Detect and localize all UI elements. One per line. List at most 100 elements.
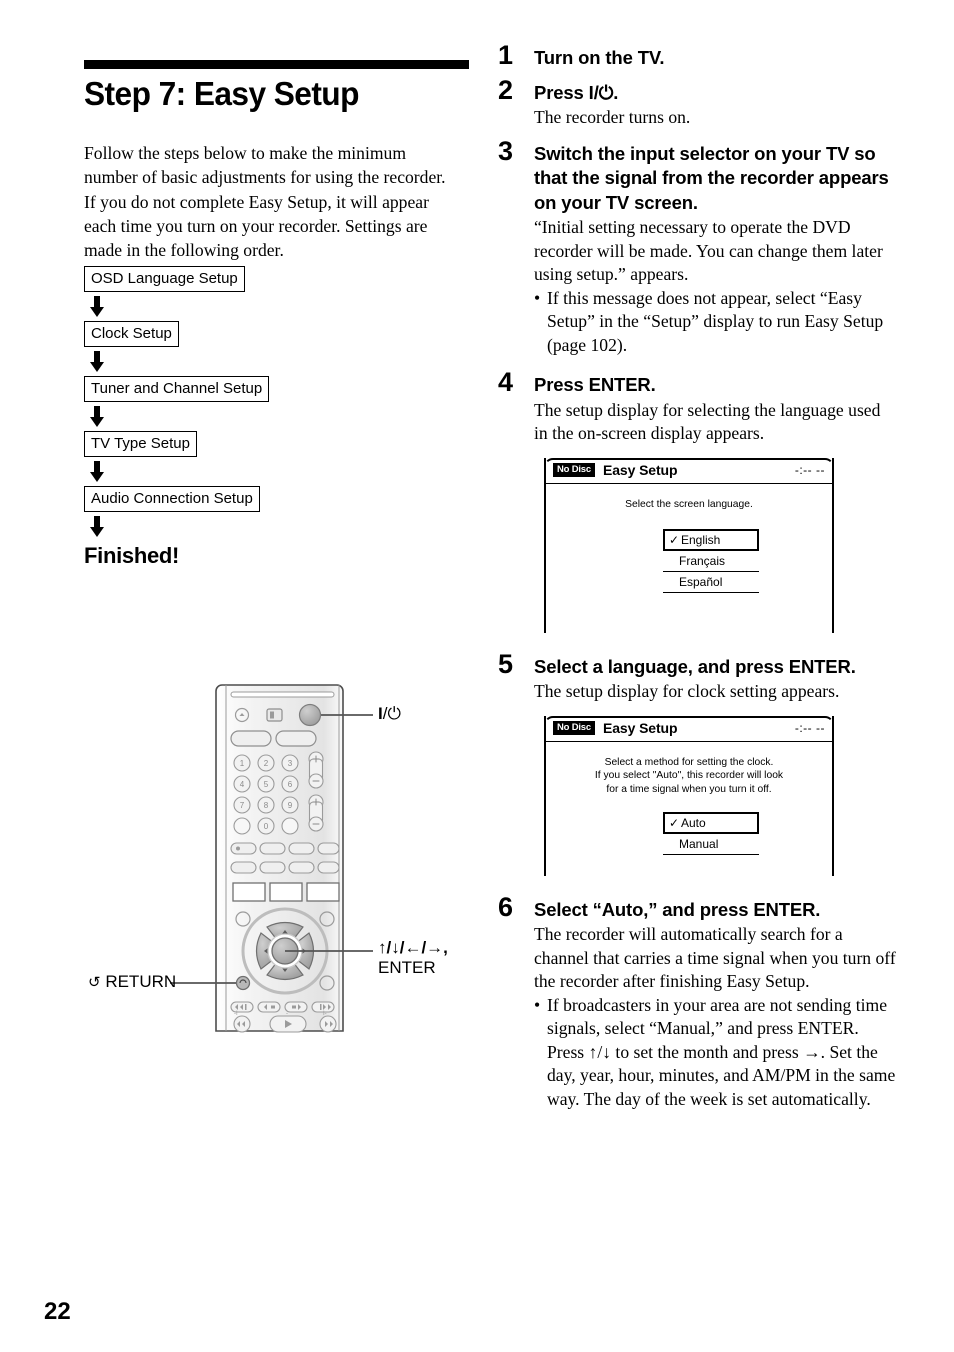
step-bullet: If this message does not appear, select … bbox=[534, 287, 898, 358]
left-column: Step 7: Easy Setup Follow the steps belo… bbox=[84, 0, 474, 1352]
svg-text:-: - bbox=[286, 1011, 288, 1017]
svg-text:9: 9 bbox=[288, 801, 293, 810]
intro-paragraph: Follow the steps below to make the minim… bbox=[84, 143, 446, 261]
osd-option-label: Auto bbox=[681, 816, 706, 830]
flow-row: TV Type Setup bbox=[84, 431, 414, 457]
flow-row: OSD Language Setup bbox=[84, 266, 414, 292]
svg-text:2: 2 bbox=[264, 759, 269, 768]
osd-option-label: Français bbox=[679, 554, 726, 568]
osd-option-english[interactable]: ✓ English bbox=[663, 529, 759, 551]
step-3: 3 Switch the input selector on your TV s… bbox=[498, 137, 898, 358]
osd-header: No Disc Easy Setup -:-- -- bbox=[546, 458, 832, 484]
checkmark-icon: ✓ bbox=[669, 533, 680, 547]
svg-text:-I: -I bbox=[234, 1011, 238, 1017]
down-arrow-icon bbox=[90, 461, 106, 482]
step-2: 2 Press I/⏻. The recorder turns on. bbox=[498, 76, 898, 130]
osd-option-auto[interactable]: ✓ Auto bbox=[663, 812, 759, 834]
osd-clock: -:-- -- bbox=[794, 721, 825, 735]
flow-row: Clock Setup bbox=[84, 321, 414, 347]
step-heading: Select a language, and press ENTER. bbox=[534, 655, 856, 677]
down-arrow-icon bbox=[90, 296, 106, 317]
title-rule bbox=[84, 60, 469, 69]
flow-row: Tuner and Channel Setup bbox=[84, 376, 414, 402]
page-number: 22 bbox=[44, 1298, 71, 1325]
osd-option-francais[interactable]: Français bbox=[663, 551, 759, 572]
page-title: Step 7: Easy Setup bbox=[84, 75, 359, 112]
osd-option-label: Manual bbox=[679, 837, 719, 851]
osd-option-label: Español bbox=[679, 575, 723, 589]
down-arrow-icon bbox=[90, 406, 106, 427]
osd-option-espanol[interactable]: Español bbox=[663, 572, 759, 593]
svg-text:7: 7 bbox=[240, 801, 245, 810]
osd-clock: -:-- -- bbox=[794, 463, 825, 477]
osd-screen-clock: No Disc Easy Setup -:-- -- Select a meth… bbox=[543, 715, 835, 876]
flow-row: Audio Connection Setup bbox=[84, 486, 414, 512]
step-number: 3 bbox=[498, 135, 514, 166]
callout-return-label: ↺ RETURN bbox=[88, 972, 177, 991]
step-body: “Initial setting necessary to operate th… bbox=[534, 217, 883, 284]
power-button bbox=[298, 703, 322, 727]
osd-option-list: ✓ English Français Español bbox=[639, 529, 759, 593]
step-heading: Select “Auto,” and press ENTER. bbox=[534, 898, 821, 920]
step-body: The setup display for clock setting appe… bbox=[534, 681, 840, 701]
step-number: 6 bbox=[498, 891, 514, 922]
callout-power-label: I/⏻ bbox=[378, 704, 401, 723]
finished-label: Finished! bbox=[84, 543, 180, 568]
rect-button-row bbox=[232, 882, 340, 902]
step-1: 1 Turn on the TV. bbox=[498, 42, 898, 71]
down-arrow-icon bbox=[90, 351, 106, 372]
callout-nav-label: ↑/↓/←/→, bbox=[378, 938, 448, 957]
no-disc-badge: No Disc bbox=[553, 720, 595, 736]
oval-button bbox=[230, 730, 272, 747]
disc-button bbox=[266, 708, 283, 722]
step-body: The recorder will automatically search f… bbox=[534, 924, 896, 991]
step-heading: Press ENTER. bbox=[534, 374, 656, 395]
step-number: 5 bbox=[498, 648, 514, 679]
step-body: The setup display for selecting the lang… bbox=[534, 399, 881, 444]
flow-box-clock: Clock Setup bbox=[84, 321, 179, 347]
flow-box-tuner-channel: Tuner and Channel Setup bbox=[84, 376, 270, 402]
step-heading: Press I/⏻. bbox=[534, 81, 619, 103]
osd-body: Select the screen language. ✓ English Fra… bbox=[546, 484, 832, 593]
svg-text:6: 6 bbox=[288, 780, 293, 789]
osd-body: Select a method for setting the clock. I… bbox=[546, 742, 832, 855]
step-heading: Switch the input selector on your TV so … bbox=[534, 142, 889, 213]
step-number: 1 bbox=[498, 40, 514, 70]
return-button bbox=[235, 975, 251, 991]
checkmark-icon: ✓ bbox=[669, 816, 680, 830]
step-number: 2 bbox=[498, 74, 514, 105]
step-number: 4 bbox=[498, 367, 514, 397]
step-heading: Turn on the TV. bbox=[534, 47, 665, 68]
osd-option-label: English bbox=[681, 533, 721, 547]
osd-title: Easy Setup bbox=[602, 720, 678, 736]
osd-message: Select a method for setting the clock. I… bbox=[594, 756, 784, 795]
remote-control-illustration: 1 2 3 4 5 6 7 8 9 0 -I I- - I/⏻ ↑/↓/←/→,… bbox=[88, 680, 460, 1040]
flow-box-tv-type: TV Type Setup bbox=[84, 431, 197, 457]
down-arrow-icon bbox=[90, 516, 106, 537]
svg-text:8: 8 bbox=[264, 801, 269, 810]
osd-header: No Disc Easy Setup -:-- -- bbox=[546, 716, 832, 742]
manual-page: Step 7: Easy Setup Follow the steps belo… bbox=[0, 0, 954, 1352]
right-column: 1 Turn on the TV. 2 Press I/⏻. The recor… bbox=[498, 42, 898, 1112]
step-4: 4 Press ENTER. The setup display for sel… bbox=[498, 369, 898, 633]
setup-flowchart: OSD Language Setup Clock Setup Tuner and… bbox=[84, 266, 414, 569]
osd-option-manual[interactable]: Manual bbox=[663, 834, 759, 855]
step-bullet: If broadcasters in your area are not sen… bbox=[534, 994, 898, 1112]
step-5: 5 Select a language, and press ENTER. Th… bbox=[498, 650, 898, 876]
osd-message: Select the screen language. bbox=[625, 498, 753, 510]
callout-enter-label: ENTER bbox=[378, 958, 436, 977]
osd-screen-language: No Disc Easy Setup -:-- -- Select the sc… bbox=[543, 457, 835, 633]
svg-text:4: 4 bbox=[240, 780, 245, 789]
svg-text:1: 1 bbox=[240, 759, 245, 768]
osd-option-list: ✓ Auto Manual bbox=[639, 812, 759, 855]
svg-text:5: 5 bbox=[264, 780, 269, 789]
step-body: The recorder turns on. bbox=[534, 107, 691, 127]
return-icon: ↺ bbox=[88, 974, 101, 991]
step-6: 6 Select “Auto,” and press ENTER. The re… bbox=[498, 893, 898, 1112]
svg-text:0: 0 bbox=[264, 822, 269, 831]
flow-box-osd-language: OSD Language Setup bbox=[84, 266, 245, 292]
flow-box-audio-connection: Audio Connection Setup bbox=[84, 486, 260, 512]
no-disc-badge: No Disc bbox=[553, 462, 595, 478]
svg-text:I-: I- bbox=[323, 1011, 327, 1017]
osd-title: Easy Setup bbox=[602, 462, 678, 478]
